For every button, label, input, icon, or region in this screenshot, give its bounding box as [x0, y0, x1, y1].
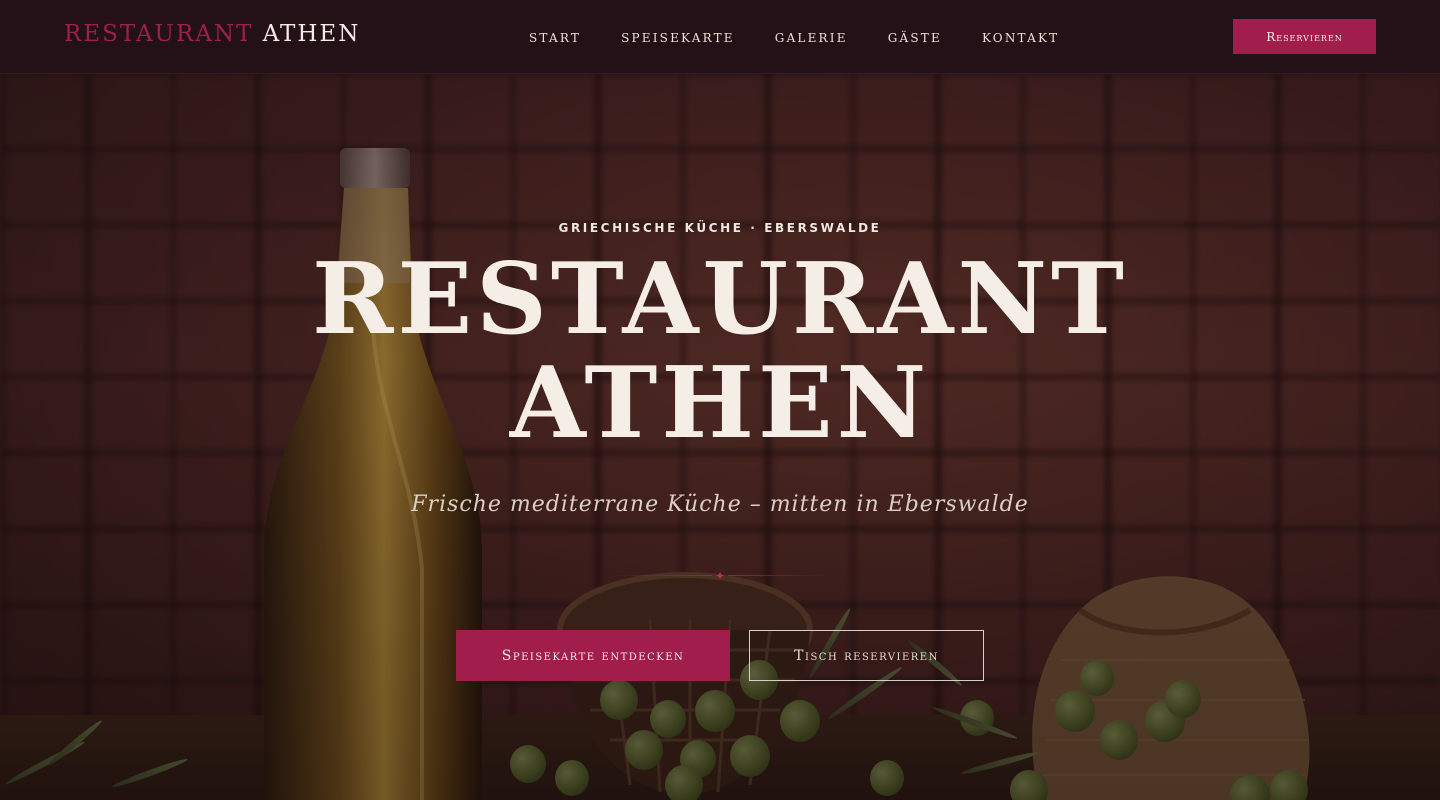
nav-link-kontakt[interactable]: KONTAKT	[982, 31, 1059, 45]
reserve-table-button[interactable]: Tisch reservieren	[749, 630, 984, 681]
hero-subtitle: Frische mediterrane Küche – mitten in Eb…	[411, 492, 1029, 517]
reserve-button[interactable]: Reservieren	[1233, 19, 1376, 54]
nav-link-galerie[interactable]: GALERIE	[775, 31, 848, 45]
main-navigation: START SPEISEKARTE GALERIE GÄSTE KONTAKT	[529, 31, 1099, 45]
nav-link-start[interactable]: START	[529, 31, 581, 45]
brand-name-part1: RESTAURANT	[64, 21, 254, 47]
top-navbar: RESTAURANT ATHEN START SPEISEKARTE GALER…	[0, 0, 1440, 74]
explore-menu-button[interactable]: Speisekarte entdecken	[456, 630, 730, 681]
hero-title: RESTAURANT ATHEN	[0, 248, 1440, 456]
brand-name-part2: ATHEN	[262, 21, 361, 47]
nav-link-gaeste[interactable]: GÄSTE	[888, 31, 942, 45]
diamond-icon: ✦	[715, 569, 726, 583]
brand-logo[interactable]: RESTAURANT ATHEN	[64, 21, 360, 47]
hero-eyebrow: GRIECHISCHE KÜCHE · EBERSWALDE	[558, 221, 882, 235]
hero-title-line1: RESTAURANT	[312, 242, 1128, 357]
hero-title-line2: ATHEN	[509, 346, 931, 461]
nav-link-speisekarte[interactable]: SPEISEKARTE	[621, 31, 735, 45]
ornament-divider: ✦	[612, 570, 828, 582]
